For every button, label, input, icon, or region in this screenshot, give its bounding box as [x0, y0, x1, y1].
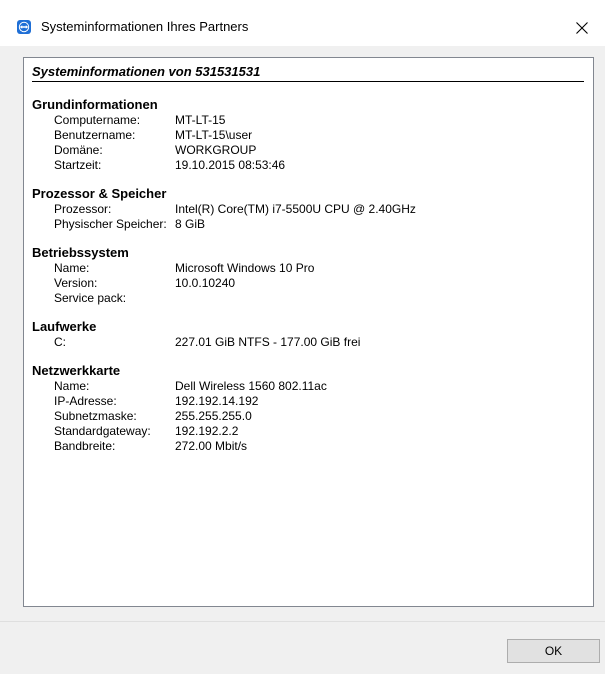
info-row: Version: 10.0.10240: [32, 276, 593, 291]
section-heading: Netzwerkkarte: [32, 363, 121, 378]
ok-button[interactable]: OK: [507, 639, 600, 663]
info-value: [175, 291, 593, 306]
report-section: Laufwerke C: 227.01 GiB NTFS - 177.00 GiB …: [32, 319, 593, 350]
report-section: Grundinformationen Computername: MT-LT-15 B…: [32, 97, 593, 173]
info-value: 255.255.255.0: [175, 409, 252, 423]
info-value: 192.192.2.2: [175, 424, 239, 438]
info-label: Startzeit:: [54, 158, 102, 172]
info-label: Domäne:: [54, 143, 103, 157]
info-label: Subnetzmaske:: [54, 409, 137, 423]
info-label: Name:: [54, 379, 90, 393]
info-value: Microsoft Windows 10 Pro: [175, 261, 315, 275]
window-title: Systeminformationen Ihres Partners: [41, 19, 249, 34]
info-row: Standardgateway: 192.192.2.2: [32, 424, 593, 439]
info-row: C: 227.01 GiB NTFS - 177.00 GiB frei: [32, 335, 593, 350]
info-row: Startzeit: 19.10.2015 08:53:46: [32, 158, 593, 173]
system-info-report[interactable]: Systeminformationen von 531531531 Grundi…: [23, 57, 594, 607]
section-heading: Betriebssystem: [32, 245, 129, 260]
info-row: Service pack:: [32, 291, 593, 306]
info-value: 227.01 GiB NTFS - 177.00 GiB frei: [175, 335, 361, 349]
info-value: MT-LT-15\user: [175, 128, 253, 142]
close-button[interactable]: [560, 6, 605, 46]
info-label: IP-Adresse:: [54, 394, 117, 408]
section-heading: Grundinformationen: [32, 97, 158, 112]
info-label: Name:: [54, 261, 90, 275]
info-row: Domäne: WORKGROUP: [32, 143, 593, 158]
info-value: MT-LT-15: [175, 113, 226, 127]
info-value: WORKGROUP: [175, 143, 257, 157]
section-heading: Laufwerke: [32, 319, 97, 334]
info-label: Physischer Speicher:: [54, 217, 167, 231]
section-heading: Prozessor & Speicher: [32, 186, 167, 201]
report-section: Prozessor & Speicher Prozessor: Intel(R) C…: [32, 186, 593, 232]
info-label: Service pack:: [54, 291, 127, 305]
info-row: Prozessor: Intel(R) Core(TM) i7-5500U CPU…: [32, 202, 593, 217]
report-title: Systeminformationen von 531531531: [32, 64, 584, 82]
info-label: Prozessor:: [54, 202, 112, 216]
info-value: 192.192.14.192: [175, 394, 259, 408]
info-value: Dell Wireless 1560 802.11ac: [175, 379, 327, 393]
report-section: Betriebssystem Name: Microsoft Windows 10 …: [32, 245, 593, 306]
info-label: Bandbreite:: [54, 439, 116, 453]
info-value: 8 GiB: [175, 217, 206, 231]
info-row: Bandbreite: 272.00 Mbit/s: [32, 439, 593, 454]
info-label: Standardgateway:: [54, 424, 151, 438]
report-section: Netzwerkkarte Name: Dell Wireless 1560 802…: [32, 363, 593, 454]
info-row: IP-Adresse: 192.192.14.192: [32, 394, 593, 409]
info-label: Computername:: [54, 113, 141, 127]
teamviewer-icon: [17, 20, 31, 34]
info-value: 272.00 Mbit/s: [175, 439, 248, 453]
info-row: Subnetzmaske: 255.255.255.0: [32, 409, 593, 424]
info-row: Physischer Speicher: 8 GiB: [32, 217, 593, 232]
info-label: Benutzername:: [54, 128, 136, 142]
info-row: Name: Microsoft Windows 10 Pro: [32, 261, 593, 276]
report-sections: Grundinformationen Computername: MT-LT-15 B…: [32, 97, 593, 454]
info-label: C:: [54, 335, 66, 349]
info-value: 19.10.2015 08:53:46: [175, 158, 286, 172]
info-row: Benutzername: MT-LT-15\user: [32, 128, 593, 143]
title-bar[interactable]: Systeminformationen Ihres Partners: [0, 0, 605, 46]
info-row: Computername: MT-LT-15: [32, 113, 593, 128]
info-label: Version:: [54, 276, 98, 290]
info-value: 10.0.10240: [175, 276, 236, 290]
info-row: Name: Dell Wireless 1560 802.11ac: [32, 379, 593, 394]
system-info-dialog: Systeminformationen Ihres Partners Syste…: [0, 0, 605, 674]
info-value: Intel(R) Core(TM) i7-5500U CPU @ 2.40GHz: [175, 202, 416, 216]
